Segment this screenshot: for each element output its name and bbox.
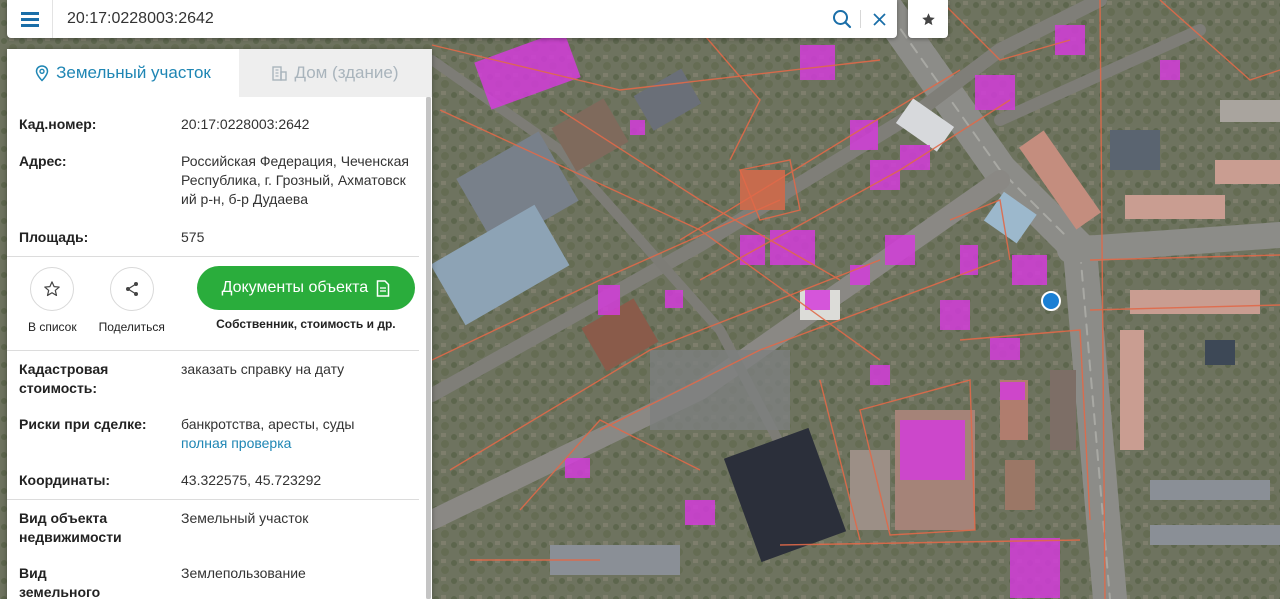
menu-button[interactable] bbox=[7, 0, 53, 38]
cadastral-number-row: Кад.номер: 20:17:0228003:2642 bbox=[7, 115, 425, 134]
search-bar bbox=[7, 0, 897, 38]
favorites-button[interactable] bbox=[908, 0, 948, 38]
tab-building-label: Дом (здание) bbox=[294, 63, 399, 82]
close-icon bbox=[872, 12, 886, 26]
parcel-info-panel: Земельный участок Дом (здание) Кад.номер… bbox=[7, 49, 432, 599]
land-type-row: Вид земельного участка Землепользование bbox=[7, 564, 425, 599]
object-type-row: Вид объекта недвижимости Земельный участ… bbox=[7, 509, 425, 547]
risks-row: Риски при сделке: банкротства, аресты, с… bbox=[7, 415, 425, 453]
tab-building[interactable]: Дом (здание) bbox=[239, 49, 432, 97]
object-documents-label: Документы объекта bbox=[221, 279, 369, 296]
add-to-list-button[interactable]: В список bbox=[28, 267, 77, 343]
add-to-list-label: В список bbox=[28, 320, 77, 334]
selected-parcel-marker[interactable] bbox=[1041, 291, 1061, 311]
coordinates-row: Координаты: 43.322575, 45.723292 bbox=[7, 471, 425, 490]
star-outline-icon bbox=[44, 281, 61, 297]
object-documents-button[interactable]: Документы объекта bbox=[196, 266, 415, 310]
area-value: 575 bbox=[181, 229, 205, 245]
coordinates-value: 43.322575, 45.723292 bbox=[181, 472, 322, 488]
risks-value: банкротства, аресты, суды bbox=[181, 416, 355, 432]
share-button[interactable]: Поделиться bbox=[99, 267, 165, 343]
panel-tabs: Земельный участок Дом (здание) bbox=[7, 49, 432, 97]
tab-land-plot[interactable]: Земельный участок bbox=[7, 49, 239, 97]
hamburger-menu-icon bbox=[20, 11, 39, 27]
area-label: Площадь: bbox=[19, 229, 89, 245]
address-row: Адрес: Российская Федерация, Чеченская Р… bbox=[7, 152, 425, 209]
panel-scrollbar[interactable] bbox=[426, 97, 431, 599]
cadastral-value-row: Кадастровая стоимость: заказать справку … bbox=[7, 360, 425, 398]
risks-label: Риски при сделке: bbox=[19, 416, 147, 432]
action-row: В список Поделиться Документы объекта Со… bbox=[7, 257, 425, 343]
share-icon bbox=[125, 282, 138, 296]
add-to-list-circle bbox=[30, 267, 75, 311]
location-pin-icon bbox=[35, 64, 49, 82]
area-row: Площадь: 575 bbox=[7, 228, 425, 247]
cadastral-value-label: Кадастровая стоимость: bbox=[19, 361, 109, 396]
address-label: Адрес: bbox=[19, 153, 67, 169]
share-label: Поделиться bbox=[98, 320, 165, 334]
documents-block: Документы объекта Собственник, стоимость… bbox=[196, 266, 415, 343]
building-icon bbox=[272, 65, 288, 81]
cadastral-number-link[interactable]: 20:17:0228003:2642 bbox=[181, 115, 413, 134]
divider bbox=[7, 499, 419, 500]
object-type-value: Земельный участок bbox=[181, 510, 309, 526]
share-circle bbox=[109, 267, 154, 311]
coordinates-label: Координаты: bbox=[19, 472, 111, 488]
address-value: Российская Федерация, Чеченская Республи… bbox=[181, 153, 409, 207]
risks-value-block: банкротства, аресты, суды полная проверк… bbox=[181, 415, 413, 453]
search-button[interactable] bbox=[824, 0, 860, 38]
document-icon bbox=[376, 279, 390, 297]
cadastral-number-label: Кад.номер: bbox=[19, 116, 97, 132]
tab-land-plot-label: Земельный участок bbox=[56, 63, 211, 82]
land-type-value: Землепользование bbox=[181, 565, 306, 581]
panel-scrollbar-thumb[interactable] bbox=[426, 97, 431, 599]
search-icon bbox=[833, 10, 852, 29]
order-certificate-link[interactable]: заказать справку на дату bbox=[181, 360, 413, 398]
land-type-label: Вид земельного участка bbox=[19, 565, 101, 599]
full-check-link[interactable]: полная проверка bbox=[181, 434, 413, 453]
clear-search-button[interactable] bbox=[861, 0, 897, 38]
object-documents-subtitle: Собственник, стоимость и др. bbox=[216, 317, 396, 331]
panel-content[interactable]: Кад.номер: 20:17:0228003:2642 Адрес: Рос… bbox=[7, 97, 425, 599]
object-type-label: Вид объекта недвижимости bbox=[19, 510, 122, 545]
star-icon bbox=[921, 12, 935, 25]
search-input[interactable] bbox=[53, 0, 824, 38]
divider bbox=[7, 350, 419, 351]
